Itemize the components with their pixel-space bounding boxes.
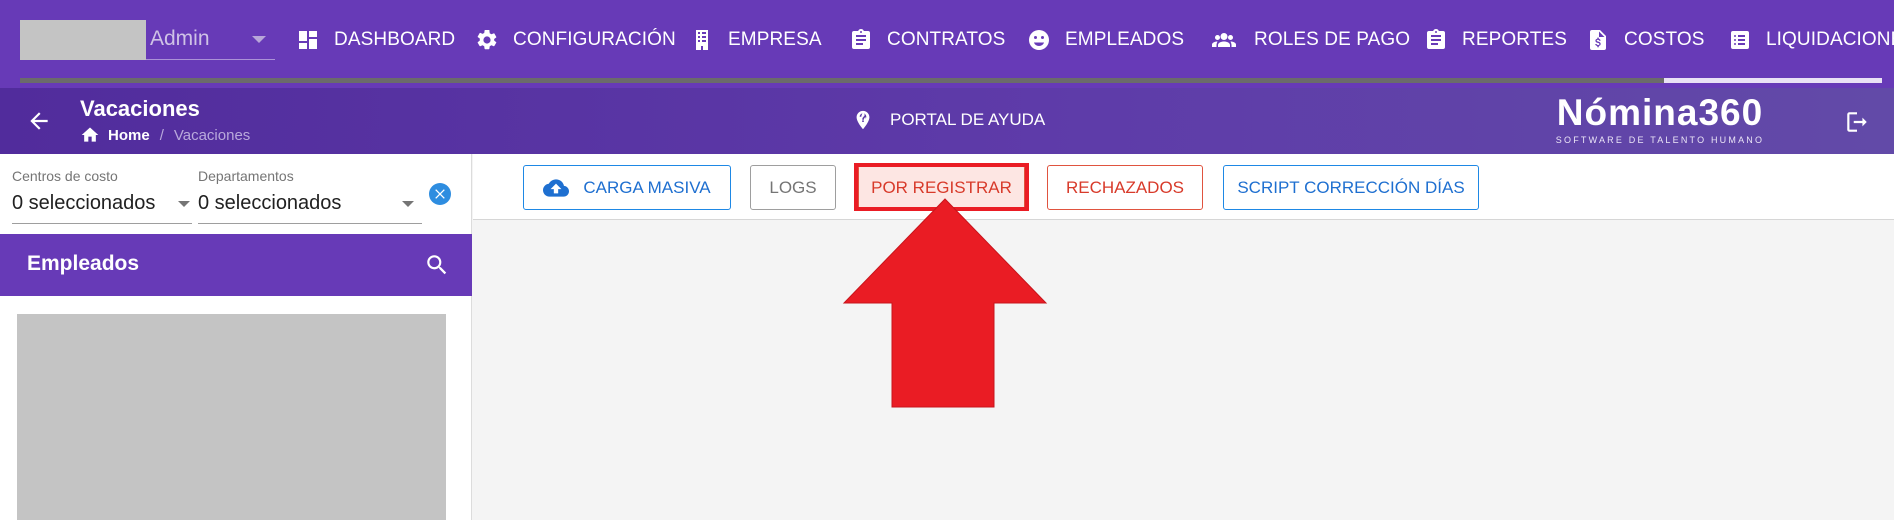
department-underline [198, 223, 422, 224]
building-icon [696, 30, 708, 50]
cloud-upload-icon [543, 178, 570, 197]
cost-center-underline [12, 223, 192, 224]
gear-icon [477, 29, 497, 50]
cost-center-label: Centros de costo [12, 168, 118, 184]
action-toolbar: CARGA MASIVA LOGS POR REGISTRAR RECHAZAD… [473, 154, 1894, 220]
list-icon [1731, 31, 1749, 49]
nav-scroll-track [20, 78, 1664, 83]
search-icon [427, 255, 447, 275]
page-title: Vacaciones [80, 96, 200, 121]
user-name: Admin [150, 27, 210, 50]
bulk-upload-label: CARGA MASIVA [583, 177, 711, 197]
home-icon [81, 127, 99, 142]
nav-label: DASHBOARD [334, 29, 456, 50]
department-label: Departamentos [198, 168, 294, 184]
brand-logo: Nómina360 SOFTWARE DE TALENTO HUMANO [1548, 92, 1772, 146]
script-correction-days-button[interactable]: SCRIPT CORRECCIÓN DÍAS [1223, 165, 1479, 210]
rejected-button[interactable]: RECHAZADOS [1047, 165, 1203, 210]
breadcrumb-current: Vacaciones [173, 126, 251, 144]
chevron-down-icon [252, 36, 266, 43]
employees-header: Empleados [0, 234, 472, 296]
people-icon [1212, 33, 1236, 47]
logs-label: LOGS [769, 177, 817, 197]
page-header: Vacaciones Home / Vacaciones PORTAL DE A… [0, 88, 1894, 154]
nav-scroll-thumb[interactable] [1664, 78, 1882, 83]
employee-list-placeholder [17, 314, 446, 520]
department-select[interactable]: Departamentos 0 seleccionados [198, 168, 422, 234]
nav-label: REPORTES [1462, 29, 1567, 50]
nav-label: EMPRESA [728, 29, 822, 50]
close-icon [435, 189, 445, 199]
employees-title: Empleados [27, 252, 140, 275]
nav-item-contratos[interactable]: CONTRATOS [849, 24, 1005, 56]
department-value: 0 seleccionados [198, 192, 342, 214]
breadcrumb-home-link[interactable]: Home [108, 127, 150, 144]
cost-center-select[interactable]: Centros de costo 0 seleccionados [12, 168, 192, 234]
nav-item-empresa[interactable]: EMPRESA [690, 24, 822, 56]
nav-item-empleados[interactable]: EMPLEADOS [1027, 24, 1184, 56]
clipboard-icon [1427, 29, 1445, 49]
nav-label: COSTOS [1624, 29, 1705, 50]
chevron-down-icon [402, 201, 414, 207]
avatar [20, 20, 146, 60]
nav-item-roles-de-pago[interactable]: ROLES DE PAGO [1208, 24, 1410, 56]
help-portal-link[interactable]: PORTAL DE AYUDA [852, 109, 1045, 131]
employee-search-button[interactable] [424, 252, 450, 278]
nav-item-liquidaciones[interactable]: LIQUIDACIONE [1728, 24, 1894, 56]
brand-tagline: SOFTWARE DE TALENTO HUMANO [1555, 135, 1765, 145]
main-content [473, 220, 1894, 520]
breadcrumb: Home / Vacaciones [80, 125, 250, 145]
logout-icon [1847, 112, 1867, 132]
nav-label: EMPLEADOS [1065, 29, 1185, 50]
nav-label: LIQUIDACIONE [1766, 29, 1894, 50]
clear-filters-button[interactable] [429, 183, 451, 205]
logs-button[interactable]: LOGS [750, 165, 836, 210]
cost-center-value: 0 seleccionados [12, 192, 156, 214]
nav-label: CONTRATOS [887, 29, 1006, 50]
script-correction-days-label: SCRIPT CORRECCIÓN DÍAS [1237, 177, 1465, 197]
clipboard-icon [852, 29, 870, 49]
nav-item-costos[interactable]: COSTOS [1586, 24, 1705, 56]
pending-registration-label: POR REGISTRAR [871, 177, 1012, 197]
invoice-dollar-icon [1590, 30, 1606, 50]
breadcrumb-separator: / [159, 126, 164, 144]
help-icon [856, 110, 870, 130]
rejected-label: RECHAZADOS [1065, 177, 1185, 197]
annotation-up-arrow-icon [842, 198, 1048, 408]
brand-name: Nómina360 [1556, 92, 1764, 133]
nav-label: ROLES DE PAGO [1254, 29, 1411, 50]
arrow-left-icon [30, 112, 48, 130]
left-panel: Centros de costo 0 seleccionados Departa… [0, 154, 472, 520]
nav-label: CONFIGURACIÓN [513, 29, 676, 50]
user-menu[interactable]: Admin [20, 20, 275, 60]
logout-button[interactable] [1844, 109, 1870, 135]
back-button[interactable] [26, 108, 52, 134]
bulk-upload-button[interactable]: CARGA MASIVA [523, 165, 731, 210]
face-icon [1029, 30, 1049, 50]
help-portal-label: PORTAL DE AYUDA [890, 110, 1046, 129]
nav-item-dashboard[interactable]: DASHBOARD [296, 24, 455, 56]
nav-item-configuracion[interactable]: CONFIGURACIÓN [475, 24, 676, 56]
nav-item-reportes[interactable]: REPORTES [1424, 24, 1567, 56]
top-navbar: Admin DASHBOARD CONFIGURACIÓN EMPRESA CO… [0, 0, 1894, 88]
dashboard-icon [299, 31, 317, 49]
chevron-down-icon [178, 201, 190, 207]
